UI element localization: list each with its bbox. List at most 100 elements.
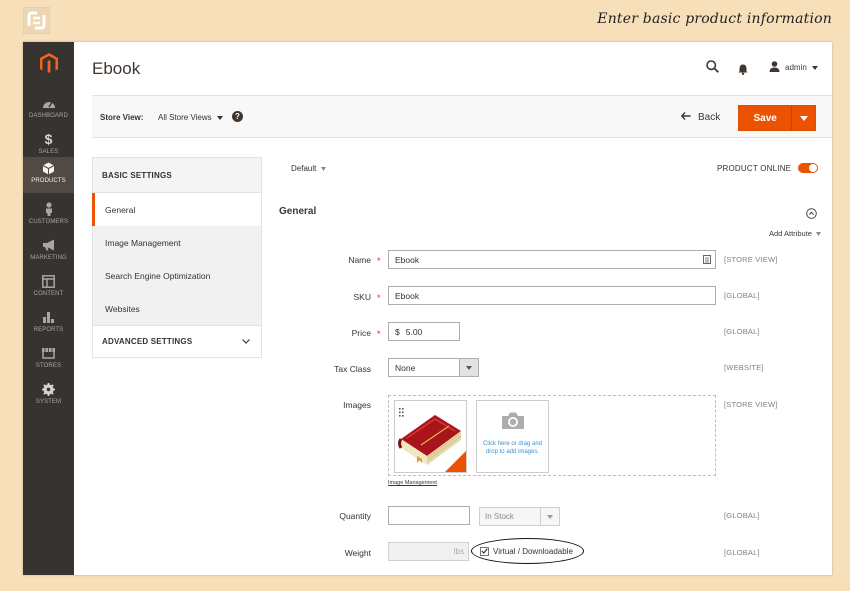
chevron-down-icon: [540, 508, 559, 525]
chevron-down-icon: [321, 164, 327, 173]
required-marker: *: [377, 293, 381, 303]
attribute-set-select[interactable]: Default: [291, 164, 327, 173]
quantity-scope: [GLOBAL]: [724, 511, 760, 520]
store-view-switcher[interactable]: All Store Views: [158, 113, 223, 122]
weight-unit: lbs: [453, 547, 464, 556]
quantity-input[interactable]: [388, 506, 470, 525]
collapse-up-icon[interactable]: [806, 206, 817, 224]
advanced-settings-label: ADVANCED SETTINGS: [102, 337, 193, 346]
store-view-label: Store View:: [100, 113, 144, 122]
tax-class-scope: [WEBSITE]: [724, 363, 764, 372]
tutorial-caption: Enter basic product information: [597, 11, 832, 27]
search-icon[interactable]: [706, 60, 719, 78]
person-icon: [41, 201, 57, 217]
sidebar-item-dashboard[interactable]: DASHBOARD: [23, 92, 74, 128]
back-label: Back: [698, 112, 721, 123]
camera-icon: [501, 411, 525, 435]
store-view-scope-icon[interactable]: [703, 255, 711, 266]
tab-image-management[interactable]: Image Management: [92, 226, 262, 259]
product-online-switch[interactable]: PRODUCT ONLINE: [717, 163, 819, 173]
chevron-down-icon: [815, 229, 821, 238]
store-view-value: All Store Views: [158, 113, 212, 122]
sidebar-item-reports[interactable]: REPORTS: [23, 306, 74, 342]
magento-logo[interactable]: [23, 42, 74, 84]
name-scope: [STORE VIEW]: [724, 255, 778, 264]
tax-class-label: Tax Class: [334, 364, 371, 374]
admin-sidebar: DASHBOARD $ SALES PRODUCTS CUSTOMERS MAR…: [23, 42, 74, 575]
bar-chart-icon: [41, 309, 57, 325]
gear-icon: [41, 381, 57, 397]
book-image: [398, 415, 466, 472]
weight-input[interactable]: lbs: [388, 542, 469, 561]
dashboard-icon: [41, 95, 57, 111]
upload-instructions: Click here or drag and drop to add image…: [482, 441, 543, 455]
price-scope: [GLOBAL]: [724, 327, 760, 336]
sku-scope: [GLOBAL]: [724, 291, 760, 300]
checkbox-checked-icon[interactable]: [480, 546, 489, 556]
product-image-thumbnail[interactable]: [394, 400, 467, 473]
virtual-downloadable-label: Virtual / Downloadable: [493, 546, 573, 556]
images-scope: [STORE VIEW]: [724, 400, 778, 409]
sidebar-item-system[interactable]: SYSTEM: [23, 378, 74, 414]
image-dropzone[interactable]: Click here or drag and drop to add image…: [388, 395, 716, 476]
quantity-label: Quantity: [339, 511, 371, 521]
cube-icon: [41, 160, 57, 176]
megaphone-icon: [41, 237, 57, 253]
tax-class-select[interactable]: None: [388, 358, 479, 377]
image-uploader[interactable]: Click here or drag and drop to add image…: [476, 400, 549, 473]
back-button[interactable]: Back: [680, 112, 721, 123]
page-actions-bar: Store View: All Store Views ? Back Save: [92, 95, 832, 138]
user-menu[interactable]: admin: [769, 61, 818, 74]
arrow-left-icon: [680, 112, 691, 123]
sku-label: SKU: [353, 292, 371, 302]
sku-input[interactable]: Ebook: [388, 286, 716, 305]
name-label: Name: [348, 255, 371, 265]
image-management-link[interactable]: Image Management: [388, 480, 437, 486]
add-attribute-button[interactable]: Add Attribute: [769, 229, 821, 238]
required-marker: *: [377, 329, 381, 339]
product-tabs: BASIC SETTINGS General Image Management …: [92, 157, 262, 358]
online-toggle[interactable]: [798, 163, 819, 173]
user-name: admin: [785, 63, 807, 72]
corner-logo: [22, 6, 51, 35]
add-attribute-label: Add Attribute: [769, 229, 812, 238]
bell-icon[interactable]: [738, 62, 748, 80]
save-button[interactable]: Save: [739, 106, 791, 130]
dollar-icon: $: [44, 131, 53, 147]
admin-window: DASHBOARD $ SALES PRODUCTS CUSTOMERS MAR…: [23, 42, 832, 575]
name-input[interactable]: Ebook: [388, 250, 716, 269]
sidebar-item-customers[interactable]: CUSTOMERS: [23, 198, 74, 234]
chevron-down-icon: [811, 63, 818, 72]
required-marker: *: [377, 256, 381, 266]
general-section-title: General: [279, 206, 317, 217]
layout-icon: [41, 273, 57, 289]
sidebar-item-content[interactable]: CONTENT: [23, 270, 74, 306]
stock-status-select[interactable]: In Stock: [479, 507, 560, 526]
tab-search-engine-optimization[interactable]: Search Engine Optimization: [92, 259, 262, 292]
chevron-down-icon: [242, 337, 250, 346]
chevron-down-icon: [459, 359, 478, 376]
sidebar-item-marketing[interactable]: MARKETING: [23, 234, 74, 270]
page-title: Ebook: [92, 59, 141, 78]
tab-websites[interactable]: Websites: [92, 292, 262, 325]
sidebar-item-stores[interactable]: STORES: [23, 342, 74, 378]
sidebar-item-products[interactable]: PRODUCTS: [23, 157, 74, 193]
save-split-button: Save: [738, 105, 816, 131]
user-icon: [769, 61, 780, 74]
basic-settings-header: BASIC SETTINGS: [92, 157, 262, 193]
product-online-label: PRODUCT ONLINE: [717, 163, 792, 173]
virtual-downloadable-checkbox[interactable]: Virtual / Downloadable: [471, 538, 584, 564]
tab-general[interactable]: General: [92, 193, 262, 226]
advanced-settings-toggle[interactable]: ADVANCED SETTINGS: [92, 325, 262, 358]
help-icon[interactable]: ?: [232, 111, 243, 122]
save-options-toggle[interactable]: [791, 106, 815, 130]
price-label: Price: [351, 328, 371, 338]
weight-scope: [GLOBAL]: [724, 548, 760, 557]
stock-status-value: In Stock: [485, 512, 514, 521]
caret-down-icon: [799, 115, 808, 121]
store-icon: [41, 345, 57, 361]
currency-symbol: $: [395, 326, 400, 337]
images-label: Images: [343, 400, 371, 410]
weight-label: Weight: [344, 548, 371, 558]
price-input[interactable]: $ 5.00: [388, 322, 460, 341]
